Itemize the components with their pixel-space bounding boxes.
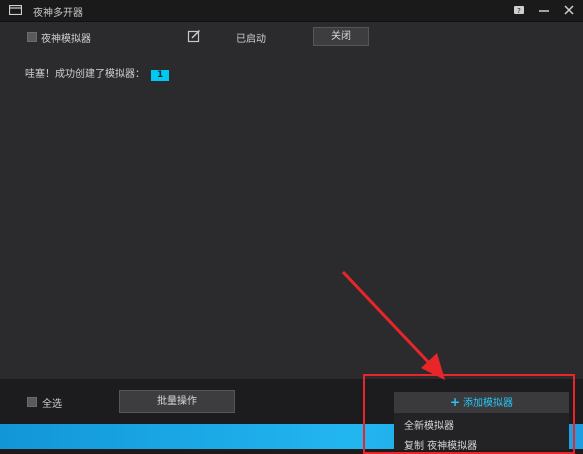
add-emulator-dropdown: 全新模拟器 复制 夜神模拟器 — [394, 412, 569, 452]
add-emulator-button[interactable]: + 添加模拟器 — [394, 392, 569, 412]
emulator-name: 夜神模拟器 — [41, 34, 91, 45]
close-emulator-button[interactable]: 关闭 — [313, 27, 369, 46]
window-title: 夜神多开器 — [33, 8, 83, 19]
select-all-checkbox[interactable] — [27, 397, 37, 407]
emulator-list-panel: 夜神模拟器 已启动 关闭 哇塞！成功创建了模拟器： 1 — [0, 22, 583, 379]
menu-item-copy-emulator[interactable]: 复制 夜神模拟器 — [404, 437, 477, 452]
menu-item-new-emulator[interactable]: 全新模拟器 — [404, 417, 454, 432]
title-bar: 夜神多开器 ? — [0, 0, 583, 22]
batch-operation-button[interactable]: 批量操作 — [119, 390, 235, 413]
close-icon[interactable] — [561, 3, 577, 17]
count-badge: 1 — [151, 70, 170, 81]
edit-icon[interactable] — [187, 29, 201, 43]
window-app-icon — [9, 5, 22, 15]
emulator-checkbox[interactable] — [27, 32, 37, 42]
select-all-label: 全选 — [42, 399, 62, 410]
success-message-text: 哇塞！成功创建了模拟器： — [25, 69, 145, 80]
success-message: 哇塞！成功创建了模拟器： 1 — [25, 65, 170, 81]
add-emulator-label: 添加模拟器 — [463, 398, 514, 409]
plus-icon: + — [449, 395, 461, 409]
minimize-icon[interactable] — [536, 3, 552, 17]
help-icon[interactable]: ? — [511, 3, 527, 17]
svg-text:?: ? — [517, 7, 521, 15]
emulator-status: 已启动 — [236, 34, 266, 45]
